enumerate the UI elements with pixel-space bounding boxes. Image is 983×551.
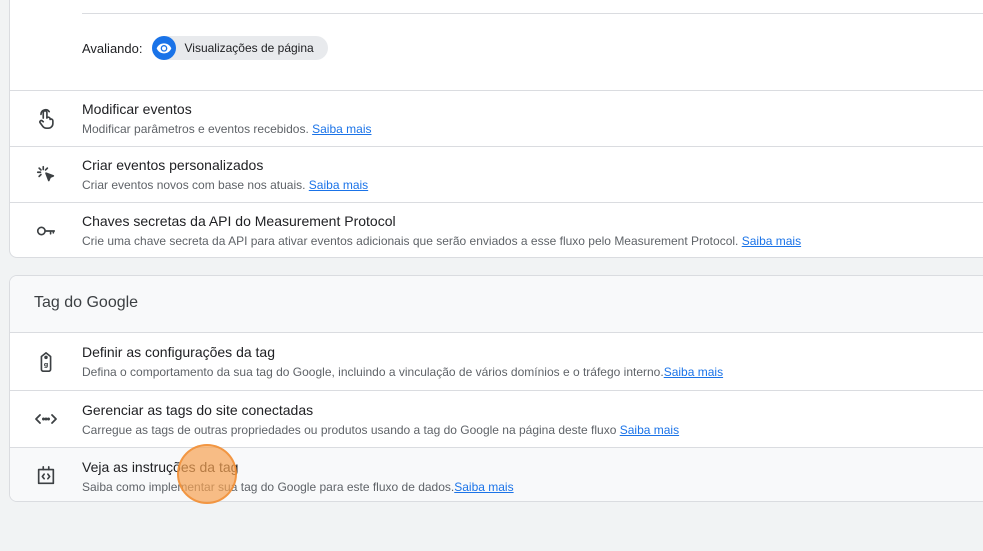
divider xyxy=(82,13,983,14)
learn-more-link[interactable]: Saiba mais xyxy=(742,234,801,248)
row-title: Modificar eventos xyxy=(82,101,192,117)
evaluating-chip[interactable]: Visualizações de página xyxy=(152,36,328,60)
row-tag-settings[interactable]: g Definir as configurações da tag Defina… xyxy=(10,333,983,390)
google-tag-card: Tag do Google g Definir as configurações… xyxy=(9,275,983,502)
evaluating-label: Avaliando: xyxy=(82,40,143,56)
row-title: Definir as configurações da tag xyxy=(82,344,275,360)
learn-more-link[interactable]: Saiba mais xyxy=(454,480,513,494)
row-tag-instructions[interactable]: Veja as instruções da tag Saiba como imp… xyxy=(10,447,983,501)
evaluating-row: Avaliando: Visualizações de página xyxy=(82,36,328,60)
row-create-events[interactable]: Criar eventos personalizados Criar event… xyxy=(10,146,983,202)
row-connected-tags[interactable]: Gerenciar as tags do site conectadas Car… xyxy=(10,390,983,447)
row-desc: Criar eventos novos com base nos atuais.… xyxy=(82,178,369,192)
touch-icon xyxy=(34,107,58,131)
code-arrows-icon xyxy=(34,407,58,431)
key-icon xyxy=(34,219,58,243)
svg-text:g: g xyxy=(44,360,49,368)
events-card: Avaliando: Visualizações de página Modif… xyxy=(9,0,983,258)
row-api-secrets[interactable]: Chaves secretas da API do Measurement Pr… xyxy=(10,202,983,257)
row-desc: Saiba como implementar sua tag do Google… xyxy=(82,480,514,494)
click-highlight xyxy=(177,444,237,504)
eye-icon xyxy=(152,36,177,60)
row-title: Criar eventos personalizados xyxy=(82,157,264,173)
learn-more-link[interactable]: Saiba mais xyxy=(620,423,679,437)
learn-more-link[interactable]: Saiba mais xyxy=(312,122,371,136)
code-tag-icon xyxy=(34,464,58,488)
row-desc: Defina o comportamento da sua tag do Goo… xyxy=(82,365,724,379)
row-desc: Carregue as tags de outras propriedades … xyxy=(82,423,680,437)
card-title: Tag do Google xyxy=(34,294,139,311)
row-desc: Crie uma chave secreta da API para ativa… xyxy=(82,234,802,248)
learn-more-link[interactable]: Saiba mais xyxy=(664,365,723,379)
tag-icon: g xyxy=(34,350,58,374)
row-desc: Modificar parâmetros e eventos recebidos… xyxy=(82,122,372,136)
click-icon xyxy=(34,163,58,187)
row-title: Gerenciar as tags do site conectadas xyxy=(82,402,314,418)
card-header: Tag do Google xyxy=(10,276,983,333)
learn-more-link[interactable]: Saiba mais xyxy=(309,178,368,192)
row-title: Chaves secretas da API do Measurement Pr… xyxy=(82,213,396,229)
row-modify-events[interactable]: Modificar eventos Modificar parâmetros e… xyxy=(10,90,983,146)
evaluating-chip-label: Visualizações de página xyxy=(184,41,314,55)
